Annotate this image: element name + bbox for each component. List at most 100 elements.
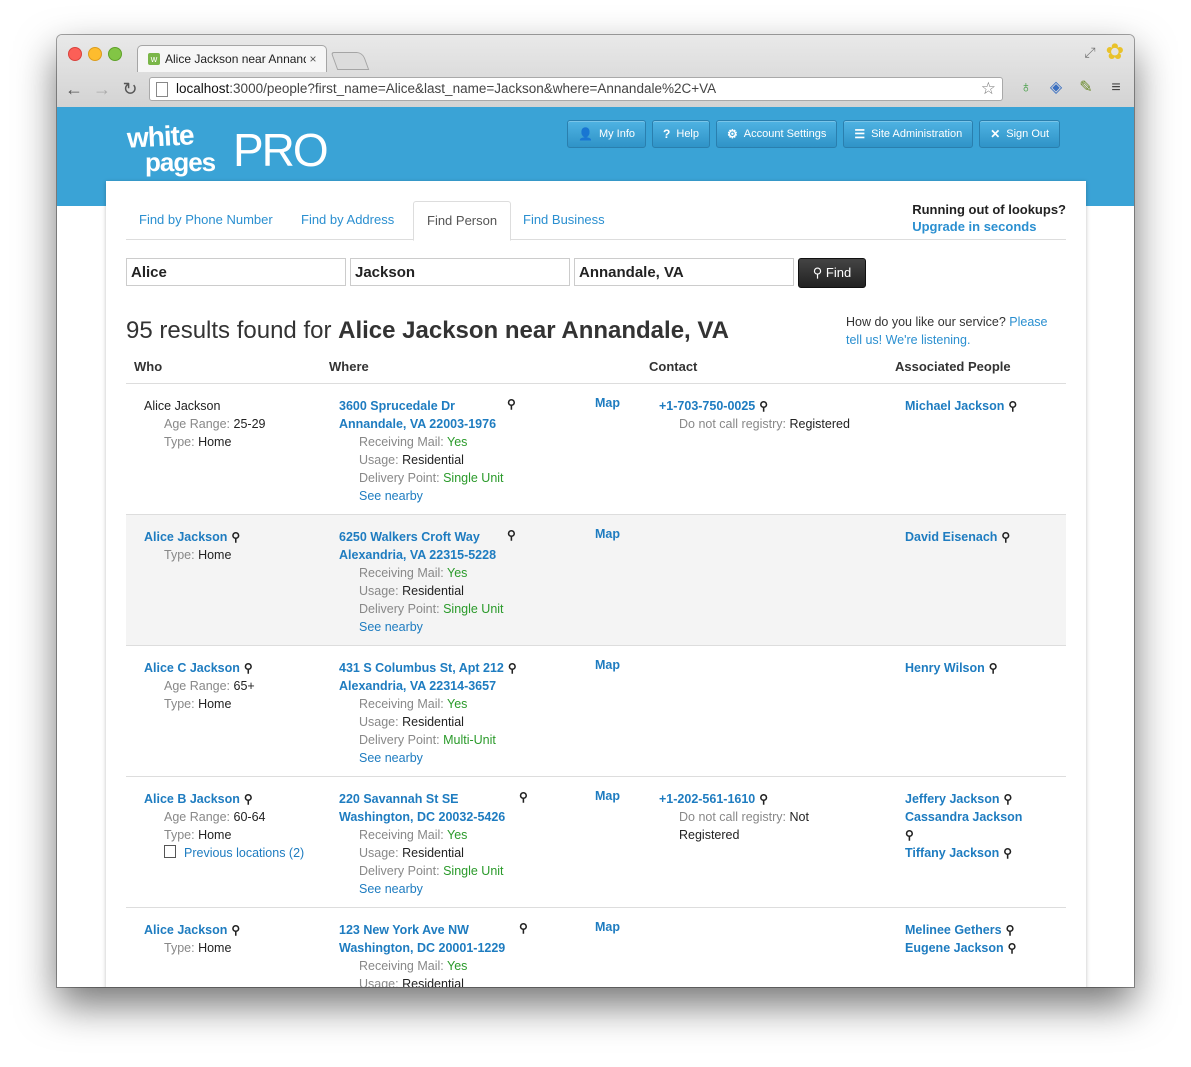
associated-person-link[interactable]: Melinee Gethers bbox=[905, 923, 1002, 937]
usage-value: Residential bbox=[402, 846, 464, 860]
page-icon bbox=[156, 82, 168, 97]
address-line2-link[interactable]: Alexandria, VA 22315-5228 bbox=[339, 548, 496, 562]
tab-find-person[interactable]: Find Person bbox=[413, 201, 512, 241]
menu-icon[interactable]: ≡ bbox=[1106, 78, 1126, 98]
phone-link[interactable]: +1-703-750-0025 bbox=[659, 399, 755, 413]
sign-out-button[interactable]: ✕ Sign Out bbox=[979, 120, 1061, 148]
tab-title: Alice Jackson near Annand bbox=[165, 52, 306, 66]
associated-person-search-icon[interactable]: ⚲ bbox=[1008, 939, 1017, 957]
map-link[interactable]: Map bbox=[595, 396, 620, 410]
tab-find-business[interactable]: Find Business bbox=[510, 201, 618, 239]
person-name-link[interactable]: Alice B Jackson bbox=[144, 792, 240, 806]
address-search-icon[interactable]: ⚲ bbox=[508, 659, 517, 677]
new-tab-button[interactable] bbox=[330, 52, 370, 70]
site-admin-button[interactable]: ☰ Site Administration bbox=[843, 120, 974, 148]
person-name-link[interactable]: Alice C Jackson bbox=[144, 661, 240, 675]
feedback-link[interactable]: Please bbox=[1009, 315, 1047, 329]
user-profile-flower-icon[interactable]: ✿ bbox=[1106, 41, 1124, 63]
upgrade-link[interactable]: Upgrade in seconds bbox=[912, 219, 1066, 234]
phone-search-icon[interactable]: ⚲ bbox=[759, 397, 768, 415]
see-nearby-link[interactable]: See nearby bbox=[359, 620, 423, 634]
address-search-icon[interactable]: ⚲ bbox=[519, 790, 528, 804]
receiving-mail-value: Yes bbox=[447, 566, 468, 580]
address-line1-link[interactable]: 123 New York Ave NW bbox=[339, 923, 469, 937]
close-window-button[interactable] bbox=[68, 47, 82, 61]
age-range-label: Age Range: bbox=[164, 679, 231, 693]
receiving-mail-label: Receiving Mail: bbox=[359, 566, 444, 580]
last-name-input[interactable] bbox=[350, 258, 570, 286]
associated-person-search-icon[interactable]: ⚲ bbox=[1006, 921, 1015, 939]
associated-person-search-icon[interactable]: ⚲ bbox=[1001, 528, 1010, 546]
address-line1-link[interactable]: 3600 Sprucedale Dr bbox=[339, 399, 455, 413]
table-row: Alice C Jackson ⚲ Age Range: 65+ Type: Ho… bbox=[126, 646, 1066, 777]
associated-person-search-icon[interactable]: ⚲ bbox=[1008, 397, 1017, 415]
zoom-window-button[interactable] bbox=[108, 47, 122, 61]
bookmark-star-icon[interactable]: ☆ bbox=[981, 78, 996, 100]
results-table-header: Who Where Contact Associated People bbox=[126, 357, 1066, 384]
associated-person-link[interactable]: Jeffery Jackson bbox=[905, 792, 1000, 806]
reload-button[interactable]: ↻ bbox=[119, 78, 141, 100]
associated-person-search-icon[interactable]: ⚲ bbox=[989, 659, 998, 677]
map-link[interactable]: Map bbox=[595, 920, 620, 934]
tab-find-by-address[interactable]: Find by Address bbox=[288, 201, 407, 239]
phone-link[interactable]: +1-202-561-1610 bbox=[659, 792, 755, 806]
associated-person-search-icon[interactable]: ⚲ bbox=[1003, 844, 1012, 862]
find-button[interactable]: ⚲ Find bbox=[798, 258, 866, 288]
person-name-link[interactable]: Alice Jackson bbox=[144, 923, 227, 937]
account-settings-button[interactable]: ⚙ Account Settings bbox=[716, 120, 838, 148]
associated-person-link[interactable]: David Eisenach bbox=[905, 530, 997, 544]
map-link[interactable]: Map bbox=[595, 789, 620, 803]
associated-person-search-icon[interactable]: ⚲ bbox=[905, 826, 914, 844]
address-bar[interactable]: localhost:3000/people?first_name=Alice&l… bbox=[149, 77, 1003, 101]
see-nearby-link[interactable]: See nearby bbox=[359, 751, 423, 765]
where-input[interactable] bbox=[574, 258, 794, 286]
person-name-link[interactable]: Alice Jackson bbox=[144, 530, 227, 544]
type-label: Type: bbox=[164, 697, 195, 711]
person-search-icon[interactable]: ⚲ bbox=[244, 790, 253, 808]
extension-blue-icon[interactable]: ◈ bbox=[1046, 78, 1066, 98]
browser-tab[interactable]: w Alice Jackson near Annand × bbox=[137, 45, 327, 72]
eyedropper-icon[interactable]: ✎ bbox=[1076, 78, 1096, 98]
address-line2-link[interactable]: Washington, DC 20001-1229 bbox=[339, 941, 505, 955]
promo-question: Running out of lookups? bbox=[912, 202, 1066, 217]
associated-person-search-icon[interactable]: ⚲ bbox=[1004, 790, 1013, 808]
minimize-window-button[interactable] bbox=[88, 47, 102, 61]
see-nearby-link[interactable]: See nearby bbox=[359, 882, 423, 896]
address-search-icon[interactable]: ⚲ bbox=[507, 528, 516, 542]
forward-button[interactable]: → bbox=[91, 78, 113, 100]
map-link[interactable]: Map bbox=[595, 527, 620, 541]
associated-person-link[interactable]: Eugene Jackson bbox=[905, 941, 1004, 955]
address-search-icon[interactable]: ⚲ bbox=[507, 397, 516, 411]
address-line2-link[interactable]: Alexandria, VA 22314-3657 bbox=[339, 679, 496, 693]
address-search-icon[interactable]: ⚲ bbox=[519, 921, 528, 935]
fullscreen-icon[interactable]: ⤢ bbox=[1084, 44, 1095, 61]
feedback-link-2[interactable]: tell us! We're listening. bbox=[846, 333, 970, 347]
address-line2-link[interactable]: Annandale, VA 22003-1976 bbox=[339, 417, 496, 431]
map-link[interactable]: Map bbox=[595, 658, 620, 672]
type-value: Home bbox=[198, 697, 232, 711]
address-line1-link[interactable]: 220 Savannah St SE bbox=[339, 792, 459, 806]
associated-person-link[interactable]: Michael Jackson bbox=[905, 399, 1004, 413]
address-line2-link[interactable]: Washington, DC 20032-5426 bbox=[339, 810, 505, 824]
extension-green-icon[interactable]: ♁ bbox=[1016, 78, 1036, 98]
see-nearby-link[interactable]: See nearby bbox=[359, 489, 423, 503]
associated-person-link[interactable]: Henry Wilson bbox=[905, 661, 985, 675]
first-name-input[interactable] bbox=[126, 258, 346, 286]
previous-locations-link[interactable]: Previous locations (2) bbox=[184, 846, 304, 860]
phone-search-icon[interactable]: ⚲ bbox=[759, 790, 768, 808]
usage-value: Residential bbox=[402, 453, 464, 467]
browser-window: w Alice Jackson near Annand × ⤢ ✿ ← → ↻ … bbox=[57, 35, 1134, 987]
address-line1-link[interactable]: 431 S Columbus St, Apt 212 bbox=[339, 661, 504, 675]
tab-find-by-phone[interactable]: Find by Phone Number bbox=[126, 201, 286, 239]
person-search-icon[interactable]: ⚲ bbox=[231, 921, 240, 939]
back-button[interactable]: ← bbox=[63, 78, 85, 100]
url-path: :3000/people?first_name=Alice&last_name=… bbox=[229, 81, 717, 96]
person-search-icon[interactable]: ⚲ bbox=[231, 528, 240, 546]
associated-person-link[interactable]: Tiffany Jackson bbox=[905, 846, 999, 860]
close-tab-icon[interactable]: × bbox=[306, 52, 320, 66]
help-button[interactable]: ? Help bbox=[652, 120, 710, 148]
associated-person-link[interactable]: Cassandra Jackson bbox=[905, 810, 1022, 824]
address-line1-link[interactable]: 6250 Walkers Croft Way bbox=[339, 530, 480, 544]
my-info-button[interactable]: 👤 My Info bbox=[567, 120, 647, 148]
person-search-icon[interactable]: ⚲ bbox=[244, 659, 253, 677]
